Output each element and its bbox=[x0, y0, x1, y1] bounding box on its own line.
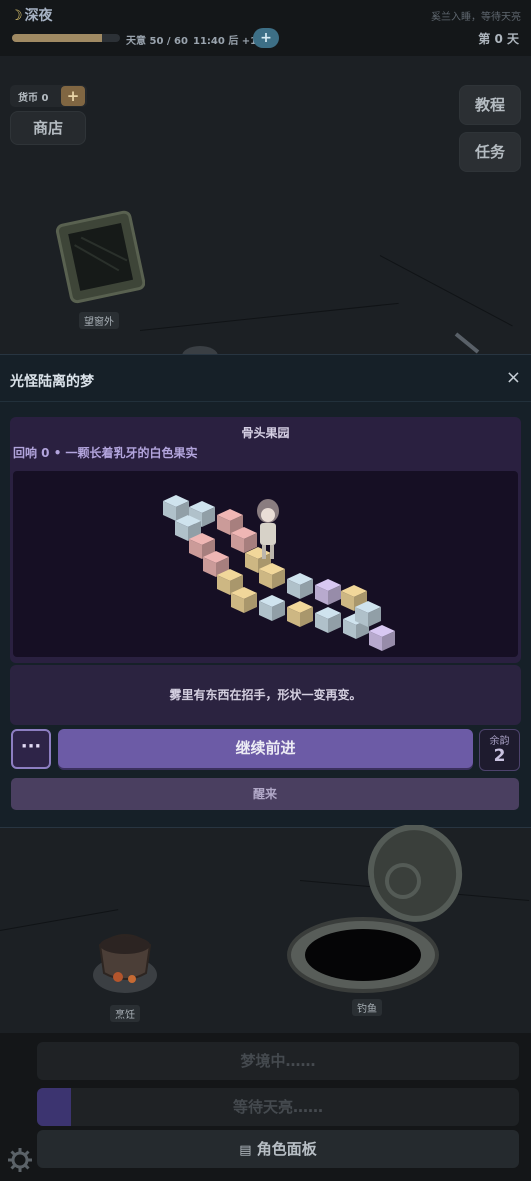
dream-modal: 光怪陆离的梦 × 骨头果园 回响 0 • 一颗长着乳牙的白色果实 雾里有东西在招… bbox=[0, 354, 531, 828]
add-currency-button[interactable]: + bbox=[61, 86, 85, 106]
dream-scene bbox=[13, 471, 518, 657]
stamina-bar-fill bbox=[12, 34, 102, 42]
echo-line: 回响 0 • 一颗长着乳牙的白色果实 bbox=[13, 446, 198, 460]
modal-divider bbox=[0, 401, 531, 402]
dream-cube bbox=[315, 579, 341, 605]
dream-cube bbox=[369, 625, 395, 651]
dream-name: 骨头果园 bbox=[241, 426, 290, 440]
advance-button[interactable]: 继续前进 bbox=[58, 729, 473, 768]
dreaming-status-button[interactable]: 梦境中…… bbox=[37, 1042, 519, 1080]
waiting-status-button[interactable]: 等待天亮…… bbox=[37, 1088, 519, 1126]
stamina-bar bbox=[12, 34, 120, 42]
clock-text: 11:40 后 +1 bbox=[193, 36, 258, 47]
window-label: 望窗外 bbox=[79, 312, 119, 329]
remaining-value: 2 bbox=[493, 746, 506, 766]
cube-path-illustration bbox=[163, 495, 395, 651]
rod-object bbox=[454, 332, 480, 354]
fish-label: 钓鱼 bbox=[352, 999, 382, 1016]
top-hud: ☽ 深夜 奚兰入睡，等待天亮 天意 50 / 60 11:40 后 +1 + 第 … bbox=[0, 0, 531, 56]
story-box: 雾里有东西在招手，形状一变再变。 bbox=[10, 665, 521, 725]
remaining-counter: 余韵 2 bbox=[479, 729, 520, 771]
stamina-text: 天意 50 / 60 bbox=[126, 36, 188, 47]
character-panel-button[interactable]: ▤ 角色面板 bbox=[37, 1130, 519, 1168]
fishing-hole-object[interactable] bbox=[285, 825, 465, 1000]
moon-icon: ☽ bbox=[10, 8, 23, 24]
time-of-day: ☽ 深夜 bbox=[10, 5, 53, 25]
character-panel-label: 角色面板 bbox=[256, 1140, 317, 1158]
waiting-label: 等待天亮…… bbox=[232, 1098, 323, 1116]
day-counter: 第 0 天 bbox=[478, 32, 519, 46]
dream-cube bbox=[287, 601, 313, 627]
close-icon[interactable]: × bbox=[506, 367, 521, 388]
tutorial-button[interactable]: 教程 bbox=[459, 85, 521, 125]
window-object[interactable] bbox=[55, 200, 145, 308]
story-text: 雾里有东西在招手，形状一变再变。 bbox=[169, 688, 362, 702]
time-of-day-label: 深夜 bbox=[24, 8, 53, 24]
floor-crack bbox=[379, 255, 513, 327]
game-screen: ☽ 深夜 奚兰入睡，等待天亮 天意 50 / 60 11:40 后 +1 + 第 … bbox=[0, 0, 531, 1181]
more-options-button[interactable]: ··· bbox=[11, 729, 51, 769]
currency-label: 货币 0 bbox=[18, 93, 49, 104]
wake-button[interactable]: 醒来 bbox=[11, 778, 519, 810]
currency-display: 货币 0 + bbox=[10, 85, 87, 107]
floor-crack bbox=[139, 302, 399, 331]
shop-button[interactable]: 商店 bbox=[10, 111, 86, 145]
cook-label: 烹饪 bbox=[110, 1005, 140, 1022]
modal-title: 光怪陆离的梦 bbox=[10, 374, 94, 390]
status-hint: 奚兰入睡，等待天亮 bbox=[431, 12, 521, 23]
dream-cube bbox=[315, 607, 341, 633]
bottom-panel: 梦境中…… 等待天亮…… ▤ 角色面板 bbox=[0, 1033, 531, 1181]
waiting-progress-fill bbox=[37, 1088, 71, 1126]
settings-gear-icon[interactable] bbox=[7, 1147, 33, 1173]
add-time-button[interactable]: + bbox=[253, 28, 279, 48]
dream-cube bbox=[287, 573, 313, 599]
dream-cube bbox=[259, 595, 285, 621]
dream-card: 骨头果园 回响 0 • 一颗长着乳牙的白色果实 bbox=[10, 417, 521, 663]
remaining-label: 余韵 bbox=[489, 736, 510, 747]
cooking-pot-object[interactable] bbox=[88, 905, 163, 1000]
document-icon: ▤ bbox=[239, 1143, 252, 1158]
tasks-button[interactable]: 任务 bbox=[459, 132, 521, 172]
